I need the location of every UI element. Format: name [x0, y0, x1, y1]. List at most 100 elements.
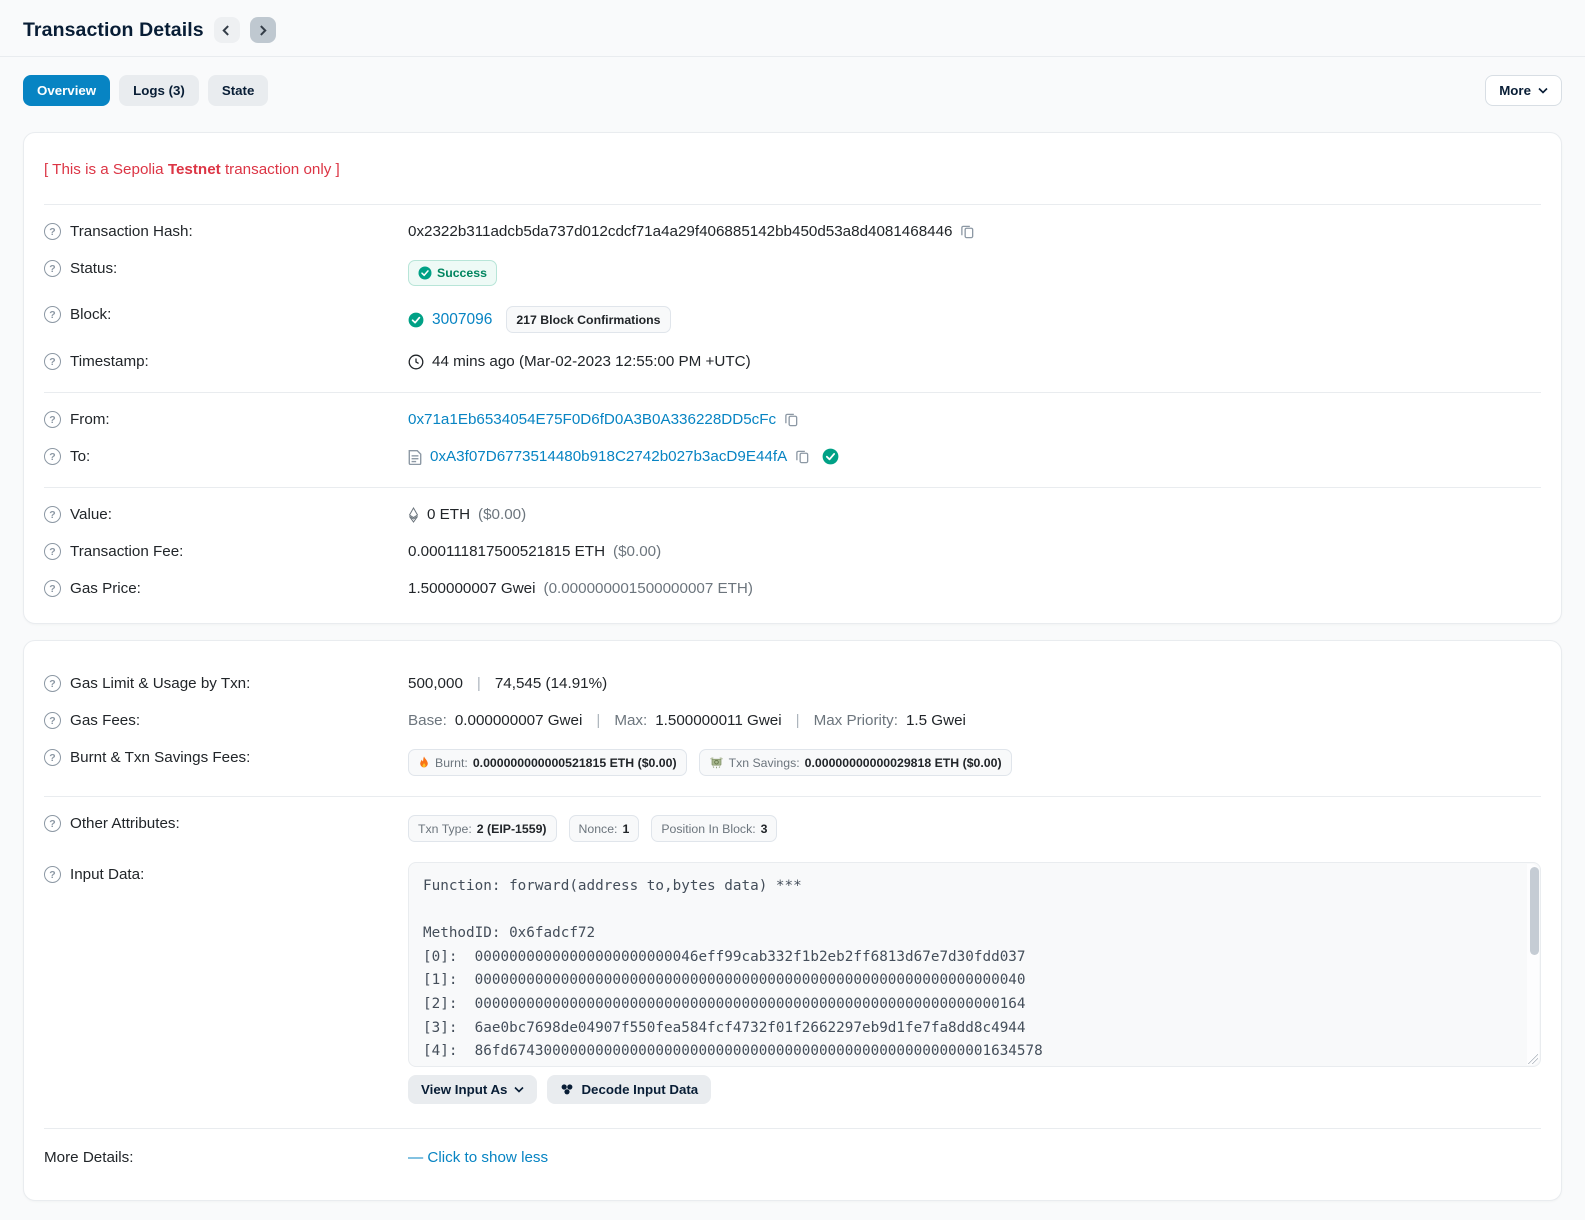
from-address-link[interactable]: 0x71a1Eb6534054E75F0D6fD0A3B0A336228DD5c… [408, 411, 776, 428]
page-header: Transaction Details [23, 0, 1562, 56]
max-priority-fee-label: Max Priority: [813, 712, 898, 729]
help-icon[interactable]: ? [44, 815, 61, 832]
chevron-right-icon [260, 24, 267, 36]
input-data-content: Function: forward(address to,bytes data)… [423, 878, 1043, 1060]
chevron-down-icon [514, 1086, 525, 1093]
gas-fees-label: Gas Fees: [70, 712, 141, 729]
help-icon[interactable]: ? [44, 580, 61, 597]
help-icon[interactable]: ? [44, 675, 61, 692]
divider [44, 487, 1541, 488]
copy-icon [785, 413, 798, 427]
gas-price-amount: 1.500000007 Gwei [408, 580, 536, 597]
value-usd: ($0.00) [478, 506, 527, 523]
input-data-row: ? Input Data: Function: forward(address t… [44, 852, 1541, 1114]
max-fee: 1.500000011 Gwei [655, 712, 782, 729]
burnt-savings-label: Burnt & Txn Savings Fees: [70, 749, 251, 766]
help-icon[interactable]: ? [44, 506, 61, 523]
gas-price-eth: (0.000000001500000007 ETH) [543, 580, 753, 597]
gas-limit: 500,000 [408, 675, 463, 692]
status-row: ? Status: Success [44, 250, 1541, 296]
txn-savings-value: 0.00000000000029818 ETH ($0.00) [804, 755, 1002, 770]
to-address-link[interactable]: 0xA3f07D6773514480b918C2742b027b3acD9E44… [430, 448, 787, 465]
check-circle-icon [418, 266, 432, 280]
help-icon[interactable]: ? [44, 223, 61, 240]
divider [44, 1128, 1541, 1129]
cubes-icon [562, 1084, 573, 1095]
divider [44, 796, 1541, 797]
transaction-fee-label: Transaction Fee: [70, 543, 184, 560]
gas-limit-usage-label: Gas Limit & Usage by Txn: [70, 675, 251, 692]
contract-file-icon [408, 449, 422, 465]
gas-price-label: Gas Price: [70, 580, 141, 597]
clock-icon [408, 354, 424, 369]
chevron-down-icon [1538, 87, 1548, 94]
copy-transaction-hash-button[interactable] [960, 224, 975, 239]
help-icon[interactable]: ? [44, 353, 61, 370]
resize-handle[interactable] [1528, 1054, 1538, 1064]
block-number-link[interactable]: 3007096 [432, 311, 492, 329]
chevron-left-icon [222, 24, 230, 36]
tab-logs[interactable]: Logs (3) [119, 75, 199, 106]
value-amount: 0 ETH [427, 506, 471, 523]
page-title: Transaction Details [23, 18, 204, 41]
block-confirmations-badge: 217 Block Confirmations [506, 306, 671, 333]
value-label: Value: [70, 506, 112, 523]
other-attributes-row: ? Other Attributes: Txn Type: 2 (EIP-1559… [44, 805, 1541, 852]
help-icon[interactable]: ? [44, 749, 61, 766]
testnet-warning: [ This is a Sepolia Testnet transaction … [44, 161, 340, 178]
tab-state[interactable]: State [207, 75, 269, 106]
burnt-fees-badge: Burnt: 0.000000000000521815 ETH ($0.00) [408, 749, 687, 776]
input-data-textarea[interactable]: Function: forward(address to,bytes data)… [408, 862, 1541, 1067]
more-details-label: More Details: [44, 1149, 134, 1166]
copy-from-address-button[interactable] [784, 412, 799, 427]
previous-transaction-button[interactable] [213, 17, 240, 43]
status-label: Status: [70, 260, 118, 277]
tab-bar: Overview Logs (3) State More [23, 75, 1562, 106]
scrollbar-thumb[interactable] [1529, 867, 1539, 955]
tab-overview[interactable]: Overview [23, 75, 111, 106]
gas-price-row: ? Gas Price: 1.500000007 Gwei (0.00000000… [44, 570, 1541, 607]
help-icon[interactable]: ? [44, 411, 61, 428]
transaction-hash-label: Transaction Hash: [70, 223, 193, 240]
divider [44, 392, 1541, 393]
txn-savings-label: Txn Savings: [728, 755, 800, 770]
check-circle-icon [408, 312, 424, 327]
gas-used: 74,545 (14.91%) [494, 675, 608, 692]
help-icon[interactable]: ? [44, 448, 61, 465]
transaction-hash-row: ? Transaction Hash: 0x2322b311adcb5da737d… [44, 213, 1541, 250]
details-card: ? Gas Limit & Usage by Txn: 500,000 | 74,… [23, 640, 1562, 1201]
transaction-fee-usd: ($0.00) [613, 543, 662, 560]
header-divider [0, 56, 1585, 57]
divider [44, 204, 1541, 205]
status-badge: Success [408, 260, 497, 286]
other-attributes-label: Other Attributes: [70, 815, 180, 832]
from-row: ? From: 0x71a1Eb6534054E75F0D6fD0A3B0A336… [44, 401, 1541, 438]
position-in-block-badge: Position In Block: 3 [651, 815, 778, 842]
page: Transaction Details [0, 0, 1585, 56]
flame-icon [420, 756, 428, 767]
help-icon[interactable]: ? [44, 866, 61, 883]
max-priority-fee: 1.5 Gwei [905, 712, 966, 729]
gas-fees-row: ? Gas Fees: Base: 0.000000007 Gwei | Max:… [44, 702, 1541, 739]
help-icon[interactable]: ? [44, 712, 61, 729]
value-row: ? Value: 0 ETH ($0.00) [44, 496, 1541, 533]
copy-icon [796, 450, 809, 464]
burnt-savings-row: ? Burnt & Txn Savings Fees: Burnt: 0.0000… [44, 739, 1541, 786]
to-label: To: [70, 448, 91, 465]
help-icon[interactable]: ? [44, 260, 61, 277]
block-label: Block: [70, 306, 112, 323]
view-input-as-button[interactable]: View Input As [408, 1075, 538, 1104]
next-transaction-button[interactable] [249, 17, 276, 43]
verified-check-icon [822, 448, 839, 465]
more-dropdown-button[interactable]: More [1485, 75, 1562, 106]
copy-to-address-button[interactable] [795, 449, 810, 464]
help-icon[interactable]: ? [44, 306, 61, 323]
from-label: From: [70, 411, 110, 428]
show-less-link[interactable]: — Click to show less [408, 1149, 548, 1166]
help-icon[interactable]: ? [44, 543, 61, 560]
input-data-label: Input Data: [70, 866, 145, 883]
timestamp-value: 44 mins ago (Mar-02-2023 12:55:00 PM +UT… [432, 353, 751, 370]
decode-input-data-button[interactable]: Decode Input Data [547, 1075, 712, 1104]
max-fee-label: Max: [614, 712, 648, 729]
block-row: ? Block: 3007096 217 Block Confirmations [44, 296, 1541, 343]
